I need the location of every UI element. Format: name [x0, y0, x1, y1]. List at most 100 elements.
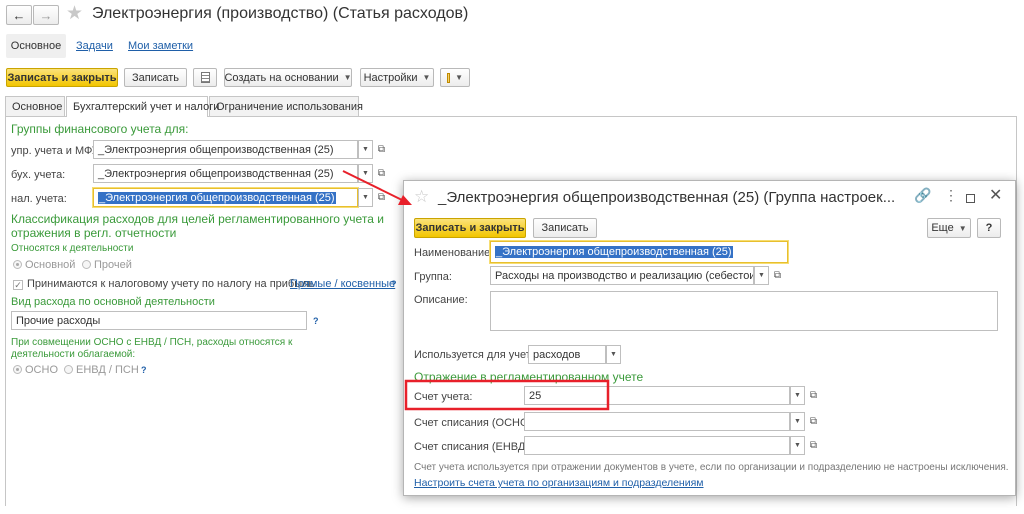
caret-down-icon: ▼ — [422, 73, 431, 82]
tab-accounting-taxes[interactable]: Бухгалтерский учет и налоги — [66, 96, 219, 117]
buh-dropdown-button[interactable]: ▼ — [358, 164, 373, 183]
open-window-icon: ⧉ — [377, 192, 386, 203]
open-window-icon: ⧉ — [809, 416, 818, 427]
popup-writeoff-osno-label: Счет списания (ОСНО): — [414, 417, 536, 429]
popup-help-button[interactable]: ? — [977, 218, 1001, 238]
popup-reflection-heading: Отражение в регламентированном учете — [414, 370, 644, 384]
popup-group-dropdown-button[interactable]: ▼ — [754, 266, 769, 285]
create-based-button[interactable]: Создать на основании ▼ — [224, 68, 352, 87]
nal-label: нал. учета: — [11, 193, 67, 205]
upr-label: упр. учета и МФУ: — [11, 145, 102, 157]
help-question-3[interactable]: ? — [141, 365, 147, 375]
help-question-1[interactable]: ? — [391, 279, 397, 289]
caret-down-icon: ▼ — [343, 73, 352, 82]
envd-radio[interactable]: ЕНВД / ПСН — [64, 364, 139, 376]
combo-label-line1: При совмещении ОСНО с ЕНВД / ПСН, расход… — [11, 337, 293, 348]
nav-notes[interactable]: Мои заметки — [128, 40, 193, 52]
expense-type-field[interactable]: Прочие расходы — [11, 311, 307, 330]
forward-button[interactable]: → — [33, 5, 59, 25]
osno-radio[interactable]: ОСНО — [13, 364, 58, 376]
nav-tasks[interactable]: Задачи — [76, 40, 113, 52]
popup-writeoff-envd-field[interactable] — [524, 436, 790, 455]
popup-group-field[interactable]: Расходы на производство и реализацию (се… — [490, 266, 754, 285]
upr-dropdown-button[interactable]: ▼ — [358, 140, 373, 159]
popup-more-button[interactable]: Еще ▼ — [927, 218, 971, 238]
buh-label: бух. учета: — [11, 169, 66, 181]
checkmark-icon: ✓ — [13, 280, 23, 290]
tab-main[interactable]: Основное — [5, 96, 65, 116]
popup-link-icon[interactable]: 🔗 — [914, 187, 931, 204]
popup-writeoff-envd-label: Счет списания (ЕНВД): — [414, 441, 533, 453]
popup-star-icon[interactable]: ☆ — [414, 187, 429, 207]
nav-main[interactable]: Основное — [6, 34, 66, 58]
back-button[interactable]: ← — [6, 5, 32, 25]
caret-down-icon: ▼ — [958, 223, 967, 233]
classification-heading-line2: отражения в регл. отчетности — [11, 226, 177, 240]
nal-dropdown-button[interactable]: ▼ — [358, 188, 373, 207]
popup-writeoff-envd-open-button[interactable]: ⧉ — [806, 436, 821, 455]
activity-main-radio[interactable]: Основной — [13, 259, 75, 271]
nal-group-field[interactable]: _Электроэнергия общепроизводственная (25… — [93, 188, 358, 207]
open-window-icon: ⧉ — [809, 390, 818, 401]
attachment-icon — [447, 72, 451, 83]
popup-account-label: Счет учета: — [414, 391, 473, 403]
upr-open-button[interactable]: ⧉ — [374, 140, 389, 159]
caret-down-icon: ▼ — [794, 442, 801, 449]
popup-description-label: Описание: — [414, 294, 468, 306]
upr-group-field[interactable]: _Электроэнергия общепроизводственная (25… — [93, 140, 358, 159]
popup-description-textarea[interactable] — [490, 291, 998, 331]
popup-save-close-button[interactable]: Записать и закрыть — [414, 218, 526, 238]
caret-down-icon: ▼ — [362, 170, 369, 177]
caret-down-icon: ▼ — [610, 351, 617, 358]
popup-group-open-button[interactable]: ⧉ — [770, 266, 785, 285]
direct-indirect-link[interactable]: Прямые / косвенные — [290, 278, 395, 290]
open-window-icon: ⧉ — [773, 270, 782, 281]
caret-down-icon: ▼ — [758, 272, 765, 279]
activity-label: Относятся к деятельности — [11, 243, 134, 254]
report-button[interactable] — [193, 68, 217, 87]
save-close-button[interactable]: Записать и закрыть — [6, 68, 118, 87]
popup-group-label: Группа: — [414, 271, 452, 283]
popup-account-dropdown-button[interactable]: ▼ — [790, 386, 805, 405]
open-window-icon: ⧉ — [377, 168, 386, 179]
combo-label-line2: деятельности облагаемой: — [11, 349, 136, 360]
attachments-button[interactable]: ▼ — [440, 68, 470, 87]
help-question-2[interactable]: ? — [313, 316, 319, 326]
popup-name-label: Наименование: — [414, 247, 494, 259]
popup-menu-icon[interactable]: ⋮ — [944, 187, 958, 204]
popup-save-button[interactable]: Записать — [533, 218, 597, 238]
popup-used-for-field[interactable]: расходов — [528, 345, 606, 364]
popup-note: Счет учета используется при отражении до… — [414, 462, 1009, 473]
popup-used-for-label: Используется для учета: — [414, 349, 540, 361]
caret-down-icon: ▼ — [362, 146, 369, 153]
popup-writeoff-osno-field[interactable] — [524, 412, 790, 431]
popup-close-icon[interactable]: ✕ — [989, 185, 1002, 205]
popup-writeoff-envd-dropdown-button[interactable]: ▼ — [790, 436, 805, 455]
popup-window: ☆ _Электроэнергия общепроизводственная (… — [403, 180, 1016, 496]
arrow-left-icon: ← — [12, 7, 26, 23]
activity-other-radio[interactable]: Прочей — [82, 259, 132, 271]
accepted-checkbox[interactable]: ✓ Принимаются к налоговому учету по налог… — [13, 278, 314, 290]
popup-writeoff-osno-open-button[interactable]: ⧉ — [806, 412, 821, 431]
popup-writeoff-osno-dropdown-button[interactable]: ▼ — [790, 412, 805, 431]
popup-maximize-icon[interactable] — [966, 194, 975, 203]
popup-name-field[interactable]: _Электроэнергия общепроизводственная (25… — [490, 241, 788, 263]
buh-open-button[interactable]: ⧉ — [374, 164, 389, 183]
arrow-right-icon: → — [39, 7, 53, 23]
classification-heading-line1: Классификация расходов для целей регламе… — [11, 212, 384, 226]
popup-account-open-button[interactable]: ⧉ — [806, 386, 821, 405]
buh-group-field[interactable]: _Электроэнергия общепроизводственная (25… — [93, 164, 358, 183]
expense-type-label: Вид расхода по основной деятельности — [11, 296, 215, 308]
save-button[interactable]: Записать — [124, 68, 187, 87]
groups-heading: Группы финансового учета для: — [11, 122, 189, 136]
popup-account-field[interactable]: 25 — [524, 386, 790, 405]
popup-used-for-dropdown-button[interactable]: ▼ — [606, 345, 621, 364]
caret-down-icon: ▼ — [455, 73, 463, 82]
document-list-icon — [200, 72, 210, 83]
page-title: Электроэнергия (производство) (Статья ра… — [92, 5, 469, 22]
favorite-star-icon[interactable]: ★ — [66, 2, 83, 25]
tab-usage-restriction[interactable]: Ограничение использования — [209, 96, 363, 116]
nal-open-button[interactable]: ⧉ — [374, 188, 389, 207]
settings-button[interactable]: Настройки ▼ — [360, 68, 434, 87]
popup-configure-link[interactable]: Настроить счета учета по организациям и … — [414, 477, 704, 489]
